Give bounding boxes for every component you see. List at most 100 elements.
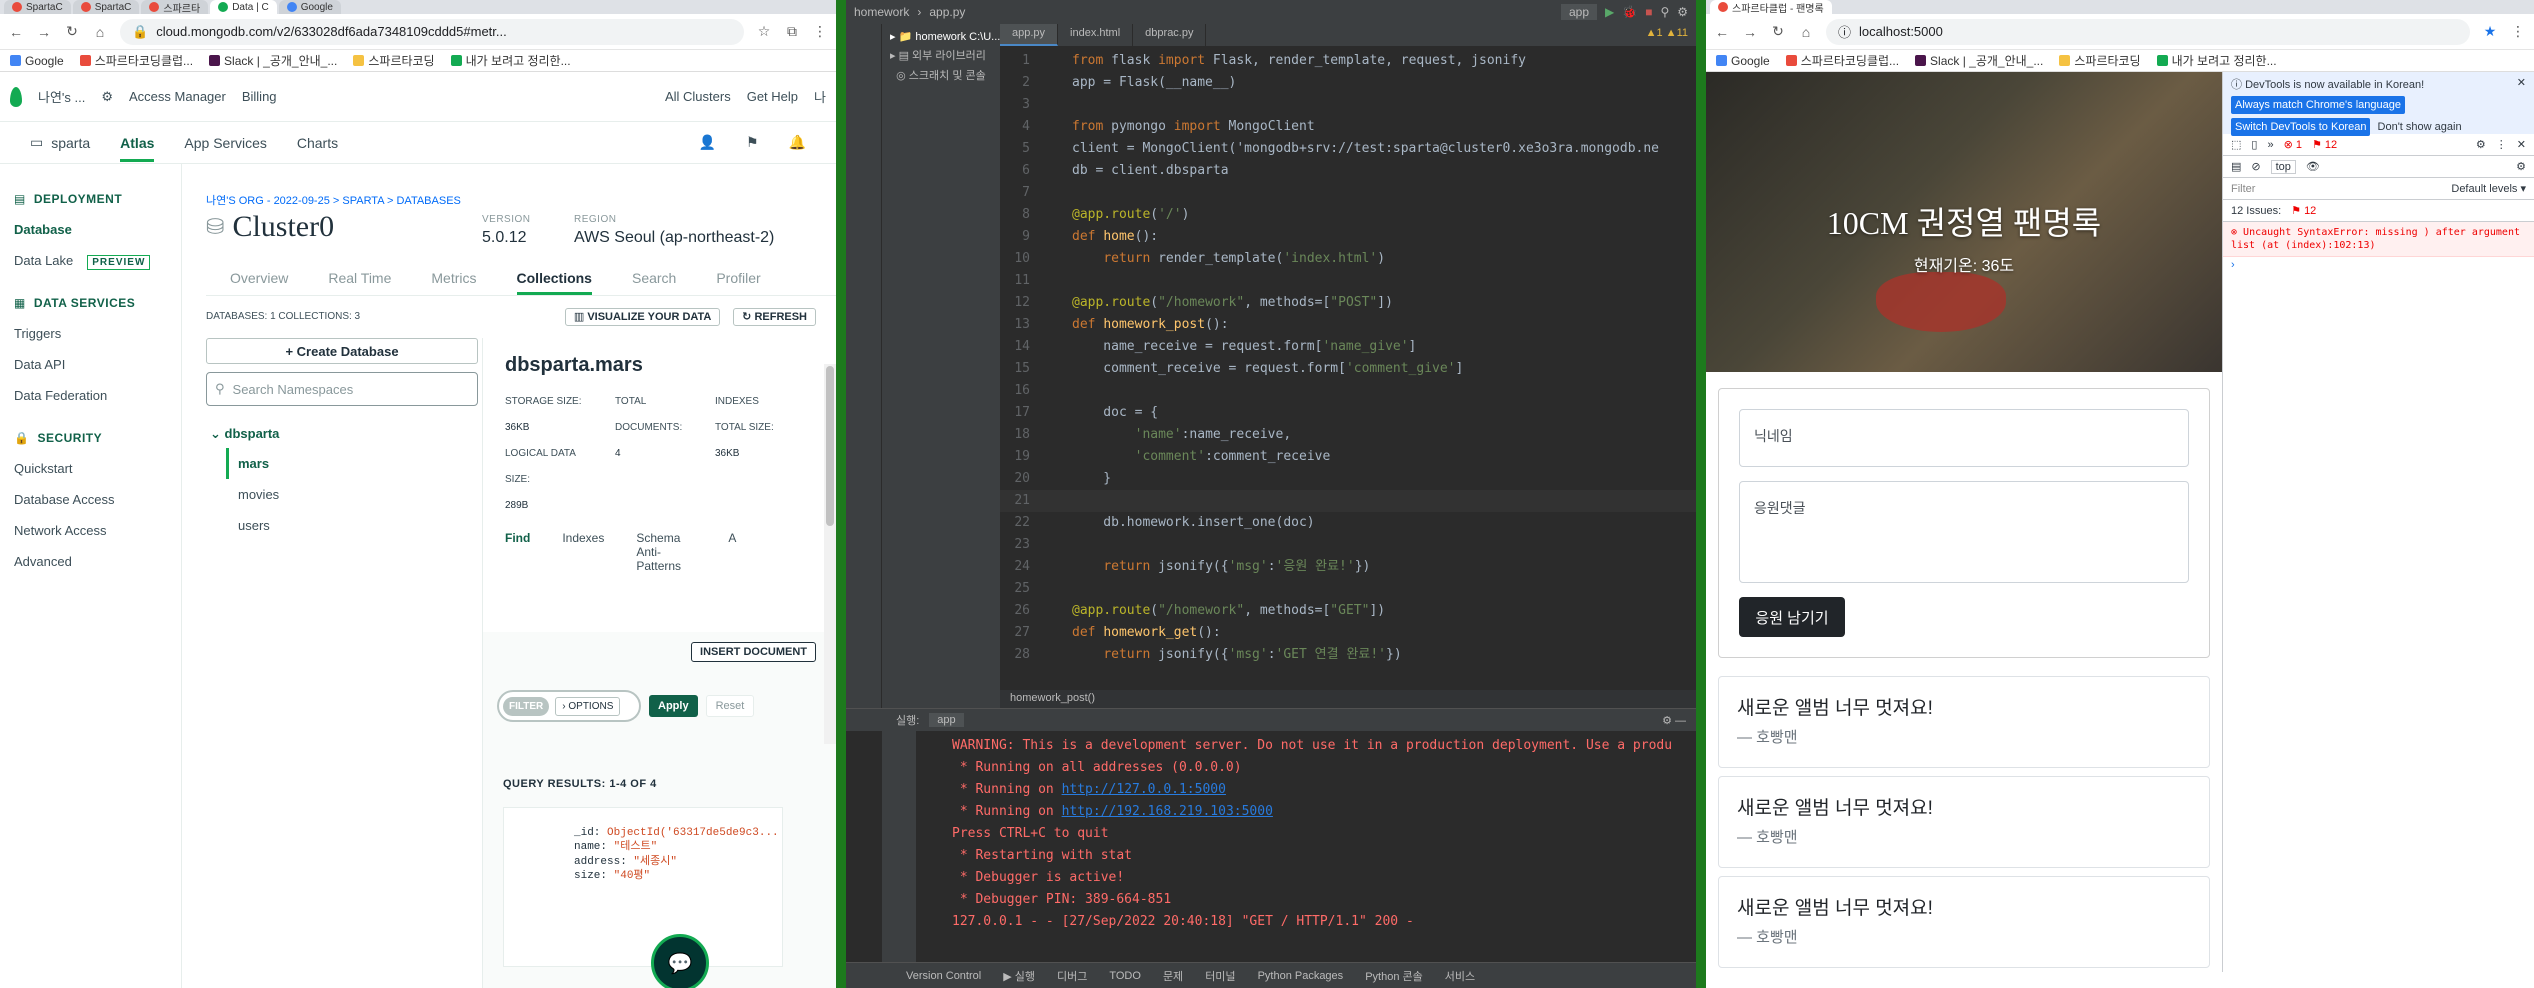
dont-show-button[interactable]: Don't show again: [2374, 118, 2466, 136]
close-icon[interactable]: ✕: [2517, 138, 2526, 151]
sidebar-item-data-lake[interactable]: Data Lake PREVIEW: [0, 245, 181, 276]
tree-item[interactable]: ▸ ▤ 외부 라이브러리: [882, 45, 1000, 65]
sidebar-toggle-icon[interactable]: ▤: [2231, 160, 2241, 173]
sidebar-item-quickstart[interactable]: Quickstart: [0, 453, 181, 484]
sidebar-item-triggers[interactable]: Triggers: [0, 318, 181, 349]
insert-document-button[interactable]: INSERT DOCUMENT: [691, 642, 816, 662]
sidebar-item-data-federation[interactable]: Data Federation: [0, 380, 181, 411]
bookmark[interactable]: Slack | _공개_안내_...: [209, 52, 337, 69]
file-breadcrumb[interactable]: app.py: [929, 5, 965, 19]
tab-atlas[interactable]: Atlas: [120, 135, 155, 162]
comment-textarea[interactable]: 응원댓글: [1739, 481, 2189, 583]
bookmark[interactable]: 스파르타코딩클럽...: [79, 52, 193, 69]
activity-icon[interactable]: ⚑: [746, 134, 759, 151]
forward-icon[interactable]: →: [36, 24, 52, 40]
tab-metrics[interactable]: Metrics: [431, 270, 476, 295]
error-count-icon[interactable]: ⊗ 1: [2284, 138, 2302, 151]
tab-profiler[interactable]: Profiler: [716, 270, 760, 295]
stop-icon[interactable]: ■: [1645, 5, 1652, 19]
org-selector[interactable]: 나연's ...: [38, 87, 85, 106]
status-tool-button[interactable]: Version Control: [906, 970, 981, 982]
bookmark[interactable]: Google: [1716, 54, 1770, 68]
code-line[interactable]: 12 @app.route("/homework", methods=["POST…: [1000, 292, 1696, 314]
code-line[interactable]: 15 comment_receive = request.form['comme…: [1000, 358, 1696, 380]
tab-collections[interactable]: Collections: [516, 270, 592, 295]
code-line[interactable]: 1 from flask import Flask, render_templat…: [1000, 50, 1696, 72]
user-menu[interactable]: 나: [814, 87, 826, 106]
access-manager-menu[interactable]: Access Manager: [129, 89, 226, 104]
url-field[interactable]: 🔒 cloud.mongodb.com/v2/633028df6ada73481…: [120, 18, 744, 45]
tab-charts[interactable]: Charts: [297, 135, 338, 151]
code-line[interactable]: 17 doc = {: [1000, 402, 1696, 424]
home-icon[interactable]: ⌂: [92, 24, 108, 40]
status-tool-button[interactable]: Python Packages: [1258, 970, 1344, 982]
console-link[interactable]: http://192.168.219.103:5000: [1062, 804, 1273, 819]
code-line[interactable]: 16: [1000, 380, 1696, 402]
menu-icon[interactable]: ⋮: [2496, 138, 2507, 151]
chat-support-icon[interactable]: 💬: [651, 934, 709, 988]
bookmark[interactable]: 스파르타코딩클럽...: [1785, 52, 1899, 69]
issues-badge[interactable]: ⚑ 12: [2291, 204, 2316, 217]
inspection-warnings[interactable]: ▲1 ▲11: [1638, 24, 1696, 46]
code-line[interactable]: 20 }: [1000, 468, 1696, 490]
database-item[interactable]: ⌄ dbsparta: [206, 420, 478, 448]
tab-app-services[interactable]: App Services: [184, 135, 266, 151]
status-tool-button[interactable]: Python 콘솔: [1365, 968, 1423, 984]
tree-item[interactable]: ◎ 스크래치 및 콘솔: [882, 65, 1000, 85]
context-selector[interactable]: top: [2270, 159, 2296, 174]
switch-korean-button[interactable]: Switch DevTools to Korean: [2231, 118, 2371, 136]
home-icon[interactable]: ⌂: [1798, 24, 1814, 40]
bookmark[interactable]: 스파르타코딩: [353, 52, 435, 69]
code-line[interactable]: 13 def homework_post():: [1000, 314, 1696, 336]
browser-tab[interactable]: 스파르타: [141, 0, 209, 14]
code-line[interactable]: 25: [1000, 578, 1696, 600]
project-selector[interactable]: sparta: [51, 135, 90, 151]
code-line[interactable]: 6 db = client.dbsparta: [1000, 160, 1696, 182]
code-line[interactable]: 21: [1000, 490, 1696, 512]
sidebar-item-data-api[interactable]: Data API: [0, 349, 181, 380]
code-line[interactable]: 9 def home():: [1000, 226, 1696, 248]
status-tool-button[interactable]: 터미널: [1205, 968, 1235, 984]
bookmark[interactable]: 내가 보려고 정리한...: [450, 52, 571, 69]
inspect-icon[interactable]: ⬚: [2231, 138, 2241, 151]
issues-count-icon[interactable]: ⚑ 12: [2312, 138, 2337, 151]
settings-gear-icon[interactable]: ⚙ —: [1662, 714, 1686, 727]
extensions-icon[interactable]: ⧉: [784, 23, 800, 40]
code-line[interactable]: 24 return jsonify({'msg':'응원 완료!'}): [1000, 556, 1696, 578]
console-filter-input[interactable]: Filter: [2231, 183, 2441, 195]
editor-tab-app[interactable]: app.py: [1000, 24, 1059, 46]
reset-button[interactable]: Reset: [705, 695, 755, 717]
breadcrumb[interactable]: 나연'S ORG - 2022-09-25 > SPARTA > DATABAS…: [206, 192, 461, 208]
bookmark-star-icon[interactable]: ★: [2482, 23, 2498, 40]
bookmark[interactable]: Slack | _공개_안내_...: [1915, 52, 2043, 69]
bookmark[interactable]: 내가 보려고 정리한...: [2156, 52, 2277, 69]
refresh-button[interactable]: ↻ REFRESH: [733, 307, 816, 326]
browser-tab-active[interactable]: 스파르타클럽 - 팬명록: [1710, 0, 1832, 14]
clear-console-icon[interactable]: ⊘: [2251, 160, 2260, 173]
browser-tab[interactable]: SpartaC: [4, 0, 71, 14]
get-help-menu[interactable]: Get Help: [747, 89, 798, 104]
submit-comment-button[interactable]: 응원 남기기: [1739, 597, 1845, 637]
nickname-input[interactable]: 닉네임: [1739, 409, 2189, 467]
create-database-button[interactable]: + Create Database: [206, 338, 478, 364]
run-icon[interactable]: ▶: [1605, 5, 1614, 19]
billing-link[interactable]: Billing: [242, 89, 277, 104]
bookmark[interactable]: Google: [10, 54, 64, 68]
sidebar-item-advanced[interactable]: Advanced: [0, 546, 181, 577]
run-tab[interactable]: app: [929, 713, 964, 727]
code-line[interactable]: 26 @app.route("/homework", methods=["GET"…: [1000, 600, 1696, 622]
settings-gear-icon[interactable]: ⚙: [2516, 160, 2526, 173]
invite-user-icon[interactable]: 👤: [699, 134, 716, 151]
options-toggle[interactable]: › OPTIONS: [555, 696, 621, 716]
sidebar-item-database[interactable]: Database: [0, 214, 181, 245]
forward-icon[interactable]: →: [1742, 24, 1758, 40]
code-line[interactable]: 14 name_receive = request.form['name_giv…: [1000, 336, 1696, 358]
console-output[interactable]: WARNING: This is a development server. D…: [846, 731, 1696, 933]
reload-icon[interactable]: ↻: [1770, 23, 1786, 40]
all-clusters-link[interactable]: All Clusters: [665, 89, 731, 104]
tab-overview[interactable]: Overview: [230, 270, 288, 295]
tab-real-time[interactable]: Real Time: [328, 270, 391, 295]
close-icon[interactable]: ✕: [2517, 76, 2526, 89]
code-line[interactable]: 10 return render_template('index.html'): [1000, 248, 1696, 270]
code-line[interactable]: 5 client = MongoClient('mongodb+srv://tes…: [1000, 138, 1696, 160]
